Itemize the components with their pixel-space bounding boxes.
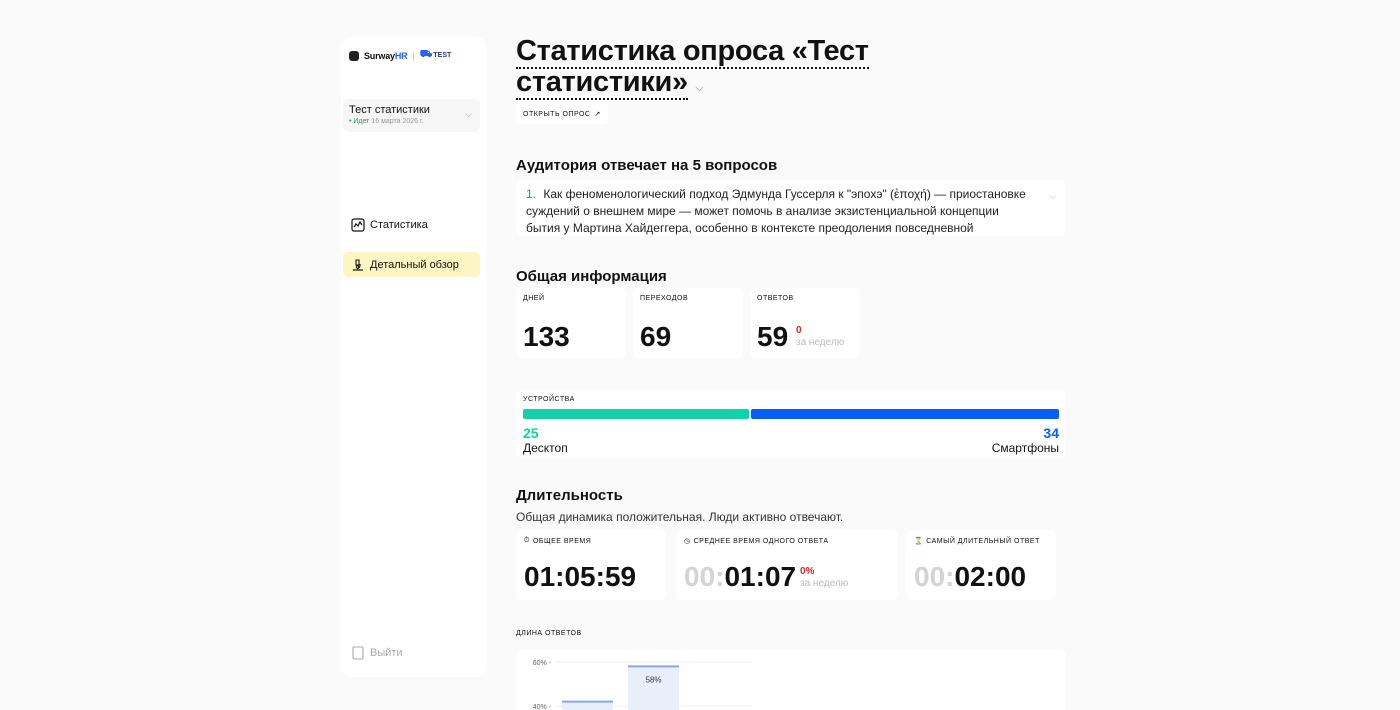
page-title-line1: Статистика опроса «Тест <box>516 35 869 69</box>
stat-delta: 0 <box>796 325 802 336</box>
question-text: Как феноменологический подход Эдмунда Гу… <box>526 187 1026 235</box>
duration-value-dim: 00: <box>684 561 725 592</box>
duration-label: ОБЩЕЕ ВРЕМЯ <box>532 537 592 545</box>
stopwatch-icon: ⏱ <box>524 537 530 544</box>
duration-value: 00:01:07 <box>684 561 796 593</box>
logo-hr: HR <box>394 50 408 61</box>
nav-item-label: Детальный обзор <box>370 258 459 271</box>
mobile-name: Смартфоны <box>991 441 1059 455</box>
stat-label: ПЕРЕХОДОВ <box>640 295 689 302</box>
clock-icon: ◷ <box>684 538 691 545</box>
bar-data-label: 58% <box>645 675 661 684</box>
open-survey-button[interactable]: ОТКРЫТЬ ОПРОС ↗ <box>516 104 608 124</box>
chevron-down-icon: ⌵ <box>465 109 472 119</box>
stat-sub: за неделю <box>796 337 845 348</box>
duration-value-dim: 00: <box>914 561 955 592</box>
survey-selector[interactable]: Тест статистики • Идет 16 марта 2026 г. … <box>343 99 480 132</box>
duration-delta: 0% <box>800 566 815 577</box>
chevron-down-icon: ⌵ <box>695 83 704 94</box>
stat-card-days: ДНЕЙ 133 <box>516 288 626 358</box>
stat-value: 133 <box>523 321 570 352</box>
duration-sub: за неделю <box>800 578 849 589</box>
stat-card-answers: ОТВЕТОВ 59 0 за неделю <box>750 288 860 358</box>
mobile-count: 34 <box>1043 425 1059 441</box>
stat-value: 59 <box>757 321 789 352</box>
duration-card-average: ◷ СРЕДНЕЕ ВРЕМЯ ОДНОГО ОТВЕТА 00:01:07 0… <box>676 530 898 600</box>
duration-label: СРЕДНЕЕ ВРЕМЯ ОДНОГО ОТВЕТА <box>693 537 829 545</box>
y-tick-label: 60% - <box>533 660 552 667</box>
desktop-name: Десктоп <box>523 441 568 455</box>
devices-label: УСТРОЙСТВА <box>523 396 575 403</box>
logo[interactable]: SurwayHR | ⛟ TEST <box>349 49 451 62</box>
chart-icon <box>351 217 365 232</box>
logout-label: Выйти <box>370 646 403 659</box>
stat-value: 69 <box>640 321 672 352</box>
duration-value-main: 01:05:59 <box>524 561 637 592</box>
y-tick-label: 40% - <box>533 704 552 710</box>
duration-card-longest: ⌛ САМЫЙ ДЛИТЕЛЬНЫЙ ОТВЕТ 00:02:00 <box>906 530 1056 600</box>
mobile-segment <box>751 409 1059 419</box>
question-number: 1. <box>526 187 537 201</box>
question-item[interactable]: 1. Как феноменологический подход Эдмунда… <box>516 180 1066 236</box>
microscope-icon <box>351 258 365 272</box>
duration-card-total: ⏱ ОБЩЕЕ ВРЕМЯ 01:05:59 <box>516 530 666 600</box>
page-title-line2: статистики» <box>516 66 688 100</box>
desktop-count: 25 <box>523 425 539 441</box>
page-title[interactable]: Статистика опроса «Тест статистики» ⌵ <box>516 35 916 104</box>
logo-test: ⛟ TEST <box>420 49 451 62</box>
devices-bar <box>523 409 1059 419</box>
answer-length-svg: 60% - 40% - 58% <box>533 660 752 710</box>
audience-heading: Аудитория отвечает на 5 вопросов <box>516 157 778 174</box>
stat-card-visits: ПЕРЕХОДОВ 69 <box>633 288 743 358</box>
survey-status: • Идет <box>349 118 370 125</box>
logout-button[interactable]: Выйти <box>343 640 480 665</box>
logo-separator: | <box>412 50 415 61</box>
duration-label: САМЫЙ ДЛИТЕЛЬНЫЙ ОТВЕТ <box>926 537 1040 545</box>
mobile-legend: 34 Смартфоны <box>992 425 1059 455</box>
stat-label: ДНЕЙ <box>523 295 545 302</box>
bar[interactable] <box>628 666 679 710</box>
duration-value-main: 01:07 <box>724 561 797 592</box>
stat-label: ОТВЕТОВ <box>757 295 794 302</box>
duration-heading: Длительность <box>516 487 623 504</box>
answer-length-chart: 60% - 40% - 58% <box>516 650 1066 710</box>
hourglass-icon: ⌛ <box>914 538 924 545</box>
duration-value: 00:02:00 <box>914 561 1026 593</box>
desktop-legend: 25 Десктоп <box>523 425 568 455</box>
open-survey-label: ОТКРЫТЬ ОПРОС <box>523 110 591 118</box>
logo-test-label: TEST <box>433 52 452 59</box>
survey-meta: • Идет 16 марта 2026 г. <box>349 118 474 125</box>
door-icon <box>351 645 365 660</box>
answer-length-label: ДЛИНА ОТВЕТОВ <box>516 630 582 637</box>
duration-value-main: 02:00 <box>954 561 1027 592</box>
devices-card: УСТРОЙСТВА 25 Десктоп 34 Смартфоны <box>516 390 1066 458</box>
chevron-down-icon[interactable]: ⌵ <box>1049 188 1056 205</box>
duration-description: Общая динамика положительная. Люди актив… <box>516 510 844 524</box>
nav-item-label: Статистика <box>370 218 428 231</box>
general-info-heading: Общая информация <box>516 268 667 285</box>
external-link-icon: ↗ <box>594 111 601 118</box>
brand-mark-icon <box>349 50 359 61</box>
bike-icon: ⛟ <box>419 49 433 60</box>
desktop-segment <box>523 409 749 419</box>
survey-date: 16 марта 2026 г. <box>371 118 424 125</box>
sidebar: SurwayHR | ⛟ TEST Тест статистики • Идет … <box>341 37 486 677</box>
logo-brand: Surway <box>364 50 395 61</box>
bar[interactable] <box>562 701 613 710</box>
survey-name: Тест статистики <box>349 104 430 116</box>
nav-item-detailed-overview[interactable]: Детальный обзор <box>343 252 480 277</box>
nav-item-statistics[interactable]: Статистика <box>343 212 480 237</box>
duration-value: 01:05:59 <box>524 561 636 593</box>
